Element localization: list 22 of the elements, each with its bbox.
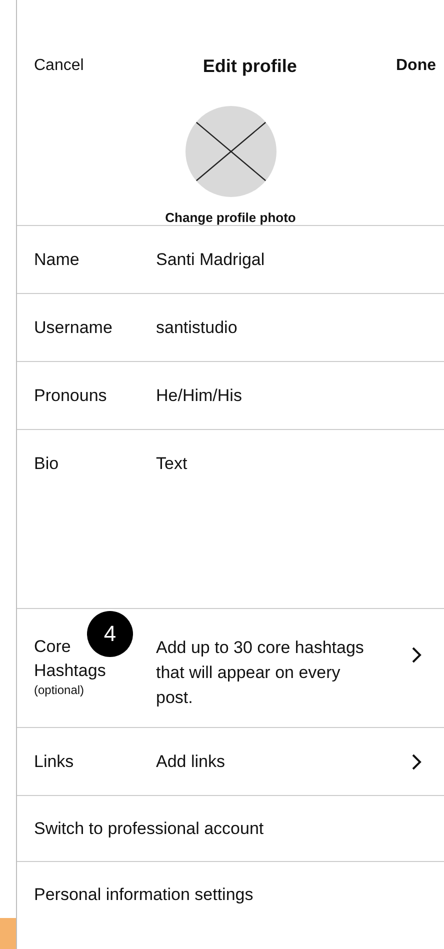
- field-label: Name: [34, 250, 80, 270]
- change-photo-link[interactable]: Change profile photo: [165, 210, 296, 225]
- field-value[interactable]: santistudio: [156, 318, 238, 338]
- field-value[interactable]: He/Him/His: [156, 386, 242, 406]
- cancel-button[interactable]: Cancel: [34, 57, 84, 75]
- field-label: Bio: [34, 454, 60, 475]
- settings-link[interactable]: Switch to professional account: [34, 818, 264, 838]
- bio-field[interactable]: Text: [156, 454, 188, 608]
- step-badge: 4: [87, 611, 133, 657]
- hashtags-hint[interactable]: Add up to 30 core hashtags that will appear on every post.: [156, 635, 366, 727]
- optional-note: (optional): [34, 683, 86, 697]
- field-label: Username: [34, 318, 114, 338]
- links-value[interactable]: Add links: [156, 752, 225, 772]
- side-marker: [0, 918, 16, 949]
- field-label: Links: [34, 752, 75, 772]
- settings-link[interactable]: Personal information settings: [34, 885, 254, 905]
- chevron-right-icon[interactable]: [411, 646, 423, 664]
- screen-title: Edit profile: [202, 56, 297, 76]
- field-value[interactable]: Santi Madrigal: [156, 250, 265, 270]
- field-label: Pronouns: [34, 386, 108, 406]
- done-button[interactable]: Done: [396, 57, 436, 75]
- chevron-right-icon[interactable]: [411, 752, 423, 770]
